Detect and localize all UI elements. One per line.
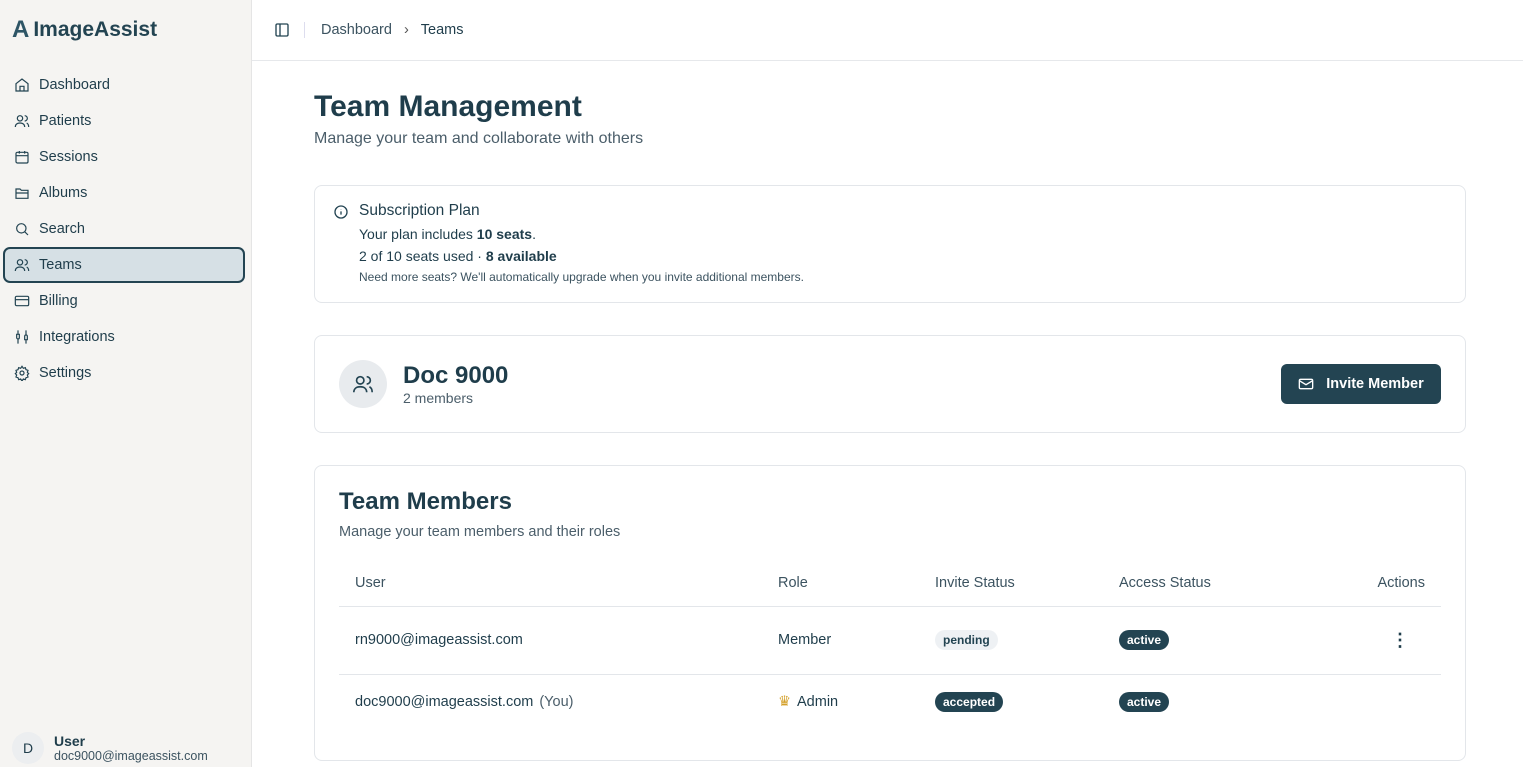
sidebar-nav: Dashboard Patients Sessions Albums Searc… [3, 67, 245, 391]
user-email: doc9000@imageassist.com [54, 749, 208, 763]
sidebar-item-settings[interactable]: Settings [3, 355, 245, 391]
chevron-right-icon: › [403, 22, 409, 38]
member-email: doc9000@imageassist.com [355, 694, 534, 711]
plan-usage: 2 of 10 seats used · 8 available [359, 248, 557, 264]
sidebar-item-teams[interactable]: Teams [3, 247, 245, 283]
credit-card-icon [14, 295, 30, 307]
subscription-plan-card: Subscription Plan Your plan includes 10 … [314, 185, 1466, 303]
team-card: Doc 9000 2 members Invite Member [314, 335, 1466, 433]
col-access-status: Access Status [1103, 560, 1298, 607]
members-desc: Manage your team members and their roles [339, 524, 621, 540]
sidebar-item-billing[interactable]: Billing [3, 283, 245, 319]
col-actions: Actions [1297, 560, 1441, 607]
team-avatar [339, 360, 387, 408]
users-icon [14, 259, 30, 272]
search-icon [16, 223, 29, 236]
users-icon [14, 115, 30, 128]
sidebar-item-patients[interactable]: Patients [3, 103, 245, 139]
invite-status-badge: accepted [935, 692, 1004, 713]
table-row: rn9000@imageassist.com Member pending ac… [339, 606, 1441, 675]
member-role: Admin [797, 694, 839, 711]
you-label: (You) [539, 694, 574, 711]
logo[interactable]: A ImageAssist [12, 16, 157, 44]
members-title: Team Members [339, 488, 512, 515]
calendar-icon [15, 151, 29, 164]
crown-icon: ♛ [778, 694, 791, 711]
sidebar-item-dashboard[interactable]: Dashboard [3, 67, 245, 103]
member-email: rn9000@imageassist.com [355, 632, 523, 648]
avatar: D [12, 732, 44, 764]
divider [304, 22, 305, 38]
access-status-badge: active [1119, 630, 1170, 650]
mail-icon [1298, 378, 1314, 390]
invite-status-badge: pending [935, 630, 998, 650]
plan-note: Need more seats? We'll automatically upg… [359, 270, 804, 284]
invite-member-button[interactable]: Invite Member [1281, 364, 1441, 404]
main-content: Team Management Manage your team and col… [314, 90, 1466, 761]
plan-title: Subscription Plan [359, 202, 480, 219]
team-member-count: 2 members [403, 390, 474, 406]
page-title: Team Management [314, 90, 582, 123]
access-status-badge: active [1119, 692, 1170, 713]
team-name: Doc 9000 [403, 362, 509, 389]
plug-icon [16, 330, 28, 344]
col-user: User [339, 560, 762, 607]
sidebar-item-sessions[interactable]: Sessions [3, 139, 245, 175]
sidebar-item-integrations[interactable]: Integrations [3, 319, 245, 355]
sidebar: A ImageAssist Dashboard Patients Sessions… [0, 0, 252, 767]
user-name: User [54, 733, 86, 749]
plan-seats: Your plan includes 10 seats. [359, 226, 536, 242]
topbar: Dashboard › Teams [252, 0, 1523, 61]
user-profile[interactable]: D User doc9000@imageassist.com [12, 732, 208, 764]
sidebar-toggle-icon[interactable] [274, 22, 290, 38]
folder-icon [15, 188, 29, 199]
home-icon [15, 78, 29, 92]
gear-icon [14, 365, 30, 381]
users-icon [353, 375, 373, 393]
breadcrumb-teams: Teams [420, 22, 464, 38]
more-actions-icon[interactable]: ⋮ [1391, 630, 1409, 650]
breadcrumb-dashboard[interactable]: Dashboard [321, 22, 392, 38]
members-table: User Role Invite Status Access Status Ac… [339, 560, 1441, 730]
member-role: Member [762, 606, 919, 675]
sidebar-item-albums[interactable]: Albums [3, 175, 245, 211]
table-row: doc9000@imageassist.com (You) ♛ Admin acce… [339, 674, 1441, 730]
team-members-card: Team Members Manage your team members an… [314, 465, 1466, 761]
page-subtitle: Manage your team and collaborate with ot… [314, 130, 644, 147]
info-icon [334, 205, 348, 219]
sidebar-item-search[interactable]: Search [3, 211, 245, 247]
col-role: Role [762, 560, 919, 607]
col-invite-status: Invite Status [919, 560, 1103, 607]
